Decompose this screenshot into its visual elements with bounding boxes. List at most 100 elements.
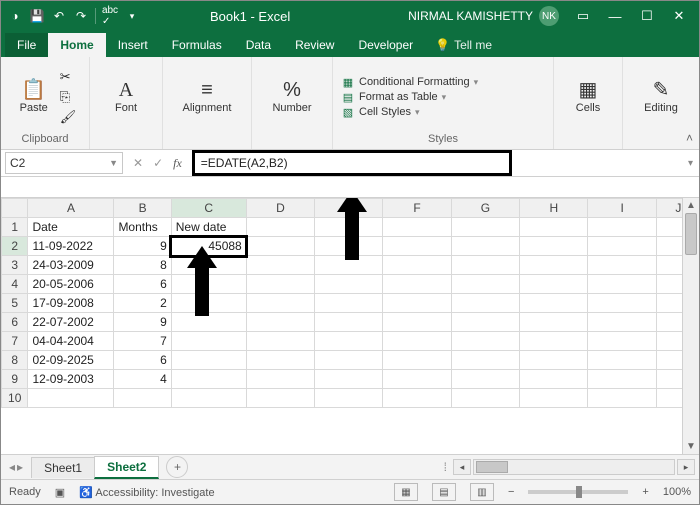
hscroll-left-icon[interactable]: ◂: [453, 459, 471, 475]
format-painter-icon[interactable]: 🖌: [60, 109, 77, 125]
paste-button[interactable]: 📋 Paste: [14, 80, 54, 114]
cell[interactable]: [520, 332, 588, 351]
cell[interactable]: [451, 294, 519, 313]
column-header[interactable]: F: [383, 199, 451, 218]
cut-icon[interactable]: ✂: [60, 69, 77, 85]
cell[interactable]: [383, 389, 451, 408]
cell[interactable]: 22-07-2002: [28, 313, 114, 332]
cell[interactable]: [520, 351, 588, 370]
cell[interactable]: [246, 218, 314, 237]
cell[interactable]: 17-09-2008: [28, 294, 114, 313]
accessibility-status[interactable]: ♿ Accessibility: Investigate: [79, 486, 214, 499]
cell[interactable]: [246, 275, 314, 294]
cell[interactable]: [451, 351, 519, 370]
cell[interactable]: [520, 218, 588, 237]
maximize-button[interactable]: ☐: [633, 6, 661, 26]
cell[interactable]: [315, 332, 383, 351]
cell[interactable]: [520, 256, 588, 275]
cell[interactable]: [383, 218, 451, 237]
sheet-nav-next-icon[interactable]: ▸: [17, 460, 23, 474]
cell[interactable]: [588, 218, 656, 237]
page-layout-view-icon[interactable]: ▤: [432, 483, 456, 501]
cell[interactable]: [171, 351, 246, 370]
cell[interactable]: [520, 370, 588, 389]
cell[interactable]: [315, 237, 383, 256]
cell[interactable]: [171, 389, 246, 408]
cell[interactable]: [28, 389, 114, 408]
horizontal-scrollbar[interactable]: [473, 459, 675, 475]
scroll-down-icon[interactable]: ▼: [686, 441, 696, 452]
row-header[interactable]: 4: [2, 275, 28, 294]
chevron-down-icon[interactable]: ▼: [109, 158, 118, 168]
cell[interactable]: [520, 275, 588, 294]
cell[interactable]: [588, 294, 656, 313]
cell[interactable]: 6: [114, 275, 171, 294]
sheet-tab-sheet1[interactable]: Sheet1: [31, 457, 95, 478]
cell[interactable]: 8: [114, 256, 171, 275]
cell[interactable]: [114, 389, 171, 408]
fx-icon[interactable]: fx: [173, 156, 182, 171]
cell[interactable]: 7: [114, 332, 171, 351]
font-button[interactable]: A Font: [106, 80, 146, 114]
zoom-slider[interactable]: [528, 490, 628, 494]
cell[interactable]: [315, 294, 383, 313]
cell[interactable]: Date: [28, 218, 114, 237]
cell[interactable]: [451, 389, 519, 408]
conditional-formatting-button[interactable]: ▦ Conditional Formatting▾: [341, 76, 478, 89]
row-header[interactable]: 6: [2, 313, 28, 332]
cell[interactable]: [315, 218, 383, 237]
cell[interactable]: [246, 389, 314, 408]
scroll-thumb[interactable]: [685, 213, 697, 255]
cell[interactable]: [315, 389, 383, 408]
cell[interactable]: [588, 275, 656, 294]
tab-data[interactable]: Data: [234, 33, 283, 57]
tab-insert[interactable]: Insert: [106, 33, 160, 57]
cell[interactable]: 24-03-2009: [28, 256, 114, 275]
cell[interactable]: [315, 256, 383, 275]
add-sheet-button[interactable]: +: [166, 456, 188, 478]
format-as-table-button[interactable]: ▤ Format as Table▾: [341, 91, 478, 104]
autosave-icon[interactable]: ◑: [7, 8, 23, 24]
tab-file[interactable]: File: [5, 33, 48, 57]
qat-customize-icon[interactable]: ▾: [124, 8, 140, 24]
cell[interactable]: New date: [171, 218, 246, 237]
cell-styles-button[interactable]: ▧ Cell Styles▾: [341, 106, 478, 119]
tab-home[interactable]: Home: [48, 33, 105, 57]
cell[interactable]: [383, 332, 451, 351]
cell[interactable]: [383, 351, 451, 370]
row-header[interactable]: 10: [2, 389, 28, 408]
cell[interactable]: [588, 237, 656, 256]
copy-icon[interactable]: ⎘: [60, 89, 77, 105]
cell[interactable]: 2: [114, 294, 171, 313]
save-icon[interactable]: 💾: [29, 8, 45, 24]
column-header[interactable]: H: [520, 199, 588, 218]
macro-record-icon[interactable]: ▣: [55, 486, 65, 499]
row-header[interactable]: 2: [2, 237, 28, 256]
row-header[interactable]: 7: [2, 332, 28, 351]
cell[interactable]: [520, 313, 588, 332]
spellcheck-icon[interactable]: abc✓: [102, 8, 118, 24]
name-box[interactable]: C2 ▼: [5, 152, 123, 174]
cell[interactable]: [246, 237, 314, 256]
cell[interactable]: [451, 332, 519, 351]
sheet-tab-sheet2[interactable]: Sheet2: [94, 456, 159, 479]
cell[interactable]: [246, 256, 314, 275]
cell[interactable]: [171, 370, 246, 389]
row-header[interactable]: 9: [2, 370, 28, 389]
cell[interactable]: [315, 275, 383, 294]
cell[interactable]: [171, 294, 246, 313]
scroll-up-icon[interactable]: ▲: [686, 200, 696, 211]
cell[interactable]: [520, 294, 588, 313]
tab-review[interactable]: Review: [283, 33, 346, 57]
cell[interactable]: [383, 370, 451, 389]
column-header[interactable]: B: [114, 199, 171, 218]
cell[interactable]: [451, 256, 519, 275]
cell[interactable]: [588, 351, 656, 370]
minimize-button[interactable]: —: [601, 6, 629, 26]
zoom-out-icon[interactable]: −: [508, 486, 514, 498]
zoom-level[interactable]: 100%: [663, 486, 691, 498]
cell[interactable]: [246, 332, 314, 351]
cell[interactable]: [315, 370, 383, 389]
expand-formula-icon[interactable]: ▾: [688, 158, 693, 169]
cell[interactable]: [315, 313, 383, 332]
